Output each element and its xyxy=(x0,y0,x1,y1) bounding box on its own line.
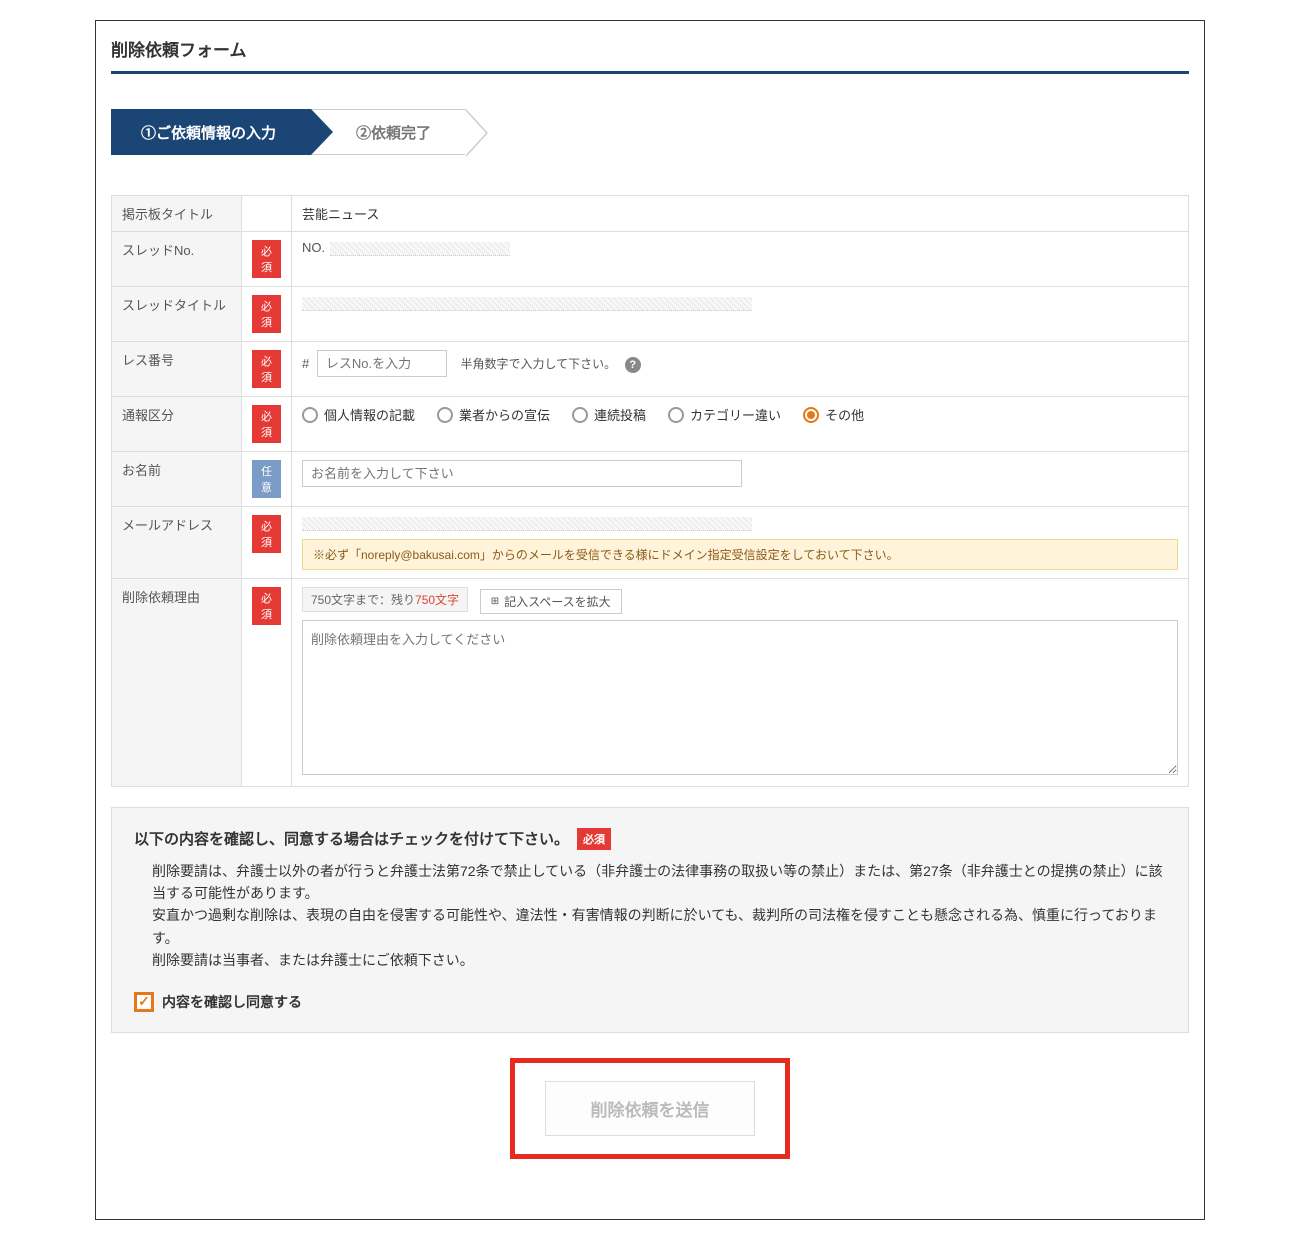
reason-label: 削除依頼理由 xyxy=(112,578,242,786)
consent-checkbox[interactable] xyxy=(134,992,154,1012)
board-title-badge-cell xyxy=(242,196,292,232)
required-badge: 必須 xyxy=(577,828,611,850)
expand-textarea-button[interactable]: ⊞ 記入スペースを拡大 xyxy=(480,589,622,614)
radio-label: 業者からの宣伝 xyxy=(459,405,550,424)
hash-prefix: # xyxy=(302,356,309,371)
report-type-option[interactable]: その他 xyxy=(803,405,864,424)
email-label: メールアドレス xyxy=(112,507,242,579)
submit-button[interactable]: 削除依頼を送信 xyxy=(545,1081,755,1136)
board-title-value: 芸能ニュース xyxy=(292,196,1189,232)
step-2-inactive: ②依頼完了 xyxy=(311,109,466,155)
required-badge: 必須 xyxy=(252,587,281,625)
consent-text: 削除要請は、弁護士以外の者が行うと弁護士法第72条で禁止している（非弁護士の法律… xyxy=(134,860,1166,972)
required-badge: 必須 xyxy=(252,240,281,278)
required-badge: 必須 xyxy=(252,515,281,553)
reason-textarea[interactable] xyxy=(302,620,1178,775)
form-table: 掲示板タイトル 芸能ニュース スレッドNo. 必須 NO. スレッドタイトル 必… xyxy=(111,195,1189,787)
radio-label: カテゴリー違い xyxy=(690,405,781,424)
radio-icon xyxy=(437,407,453,423)
thread-no-value: NO. xyxy=(292,232,1189,287)
required-badge: 必須 xyxy=(252,350,281,388)
email-notice: ※必ず「noreply@bakusai.com」からのメールを受信できる様にドメ… xyxy=(302,539,1178,570)
report-type-option[interactable]: 個人情報の記載 xyxy=(302,405,415,424)
report-type-radio-group: 個人情報の記載 業者からの宣伝 連続投稿 カテゴリー違い その他 xyxy=(302,405,1178,424)
page-title: 削除依頼フォーム xyxy=(111,36,1189,74)
thread-title-redacted xyxy=(302,297,752,311)
res-no-label: レス番号 xyxy=(112,342,242,397)
required-badge: 必須 xyxy=(252,295,281,333)
thread-no-label: スレッドNo. xyxy=(112,232,242,287)
char-counter: 750文字まで：残り750文字 xyxy=(302,587,468,612)
radio-icon xyxy=(302,407,318,423)
submit-area: 削除依頼を送信 xyxy=(111,1058,1189,1159)
radio-label: 連続投稿 xyxy=(594,405,646,424)
thread-title-label: スレッドタイトル xyxy=(112,287,242,342)
form-container: 削除依頼フォーム ①ご依頼情報の入力 ②依頼完了 掲示板タイトル 芸能ニュース … xyxy=(95,20,1205,1220)
name-input[interactable] xyxy=(302,460,742,487)
consent-checkbox-label[interactable]: 内容を確認し同意する xyxy=(134,992,1166,1012)
res-no-input[interactable] xyxy=(317,350,447,377)
consent-box: 以下の内容を確認し、同意する場合はチェックを付けて下さい。 必須 削除要請は、弁… xyxy=(111,807,1189,1033)
required-badge: 必須 xyxy=(252,405,281,443)
thread-no-redacted xyxy=(330,242,510,256)
help-icon[interactable]: ? xyxy=(625,357,641,373)
res-no-hint: 半角数字で入力して下さい。 xyxy=(460,357,616,371)
radio-label: 個人情報の記載 xyxy=(324,405,415,424)
radio-icon xyxy=(668,407,684,423)
board-title-label: 掲示板タイトル xyxy=(112,196,242,232)
report-type-option[interactable]: 連続投稿 xyxy=(572,405,646,424)
report-type-label: 通報区分 xyxy=(112,397,242,452)
step-indicator: ①ご依頼情報の入力 ②依頼完了 xyxy=(111,109,1189,155)
submit-highlight-box: 削除依頼を送信 xyxy=(510,1058,790,1159)
optional-badge: 任意 xyxy=(252,460,281,498)
name-label: お名前 xyxy=(112,452,242,507)
report-type-option[interactable]: カテゴリー違い xyxy=(668,405,781,424)
radio-icon xyxy=(803,407,819,423)
no-prefix: NO. xyxy=(302,240,325,255)
consent-heading: 以下の内容を確認し、同意する場合はチェックを付けて下さい。 必須 xyxy=(134,828,1166,850)
radio-icon xyxy=(572,407,588,423)
thread-title-value xyxy=(292,287,1189,342)
step-1-active: ①ご依頼情報の入力 xyxy=(111,109,311,155)
radio-label: その他 xyxy=(825,405,864,424)
report-type-option[interactable]: 業者からの宣伝 xyxy=(437,405,550,424)
email-redacted xyxy=(302,517,752,531)
expand-icon: ⊞ xyxy=(491,596,499,607)
consent-check-text: 内容を確認し同意する xyxy=(162,992,302,1012)
